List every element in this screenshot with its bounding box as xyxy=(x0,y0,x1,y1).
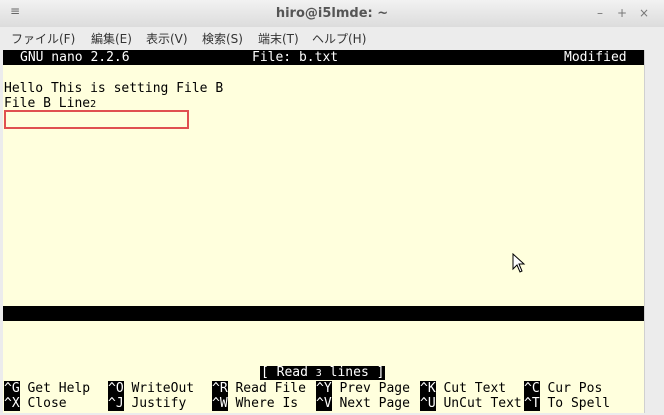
nano-version: GNU nano 2.2.6 xyxy=(20,50,130,65)
shortcut-label: Read File xyxy=(227,381,306,396)
mouse-pointer-icon xyxy=(512,253,526,273)
shortcut-key: ^C xyxy=(524,381,540,396)
maximize-icon[interactable]: + xyxy=(614,4,630,22)
menu-edit[interactable]: 編集(E) xyxy=(91,30,132,47)
shortcut-label: Next Page xyxy=(331,396,410,411)
shortcut-bar: ^G Get Help ^O WriteOut ^R Read File ^Y … xyxy=(3,381,644,413)
shortcut-label: Justify xyxy=(123,396,187,411)
text-line-2-suffix: 2 xyxy=(90,99,97,110)
shortcut-key: ^W xyxy=(212,396,228,411)
menu-help[interactable]: ヘルプ(H) xyxy=(312,30,366,47)
shortcut-key: ^X xyxy=(4,396,20,411)
shortcut-writeout[interactable]: ^O WriteOut xyxy=(108,381,194,396)
status-message-suffix: lines ] xyxy=(321,365,385,380)
shortcut-label: WriteOut xyxy=(123,381,195,396)
window-title: hiro@i5lmde: ~ xyxy=(275,6,389,21)
terminal-area[interactable]: GNU nano 2.2.6 File: b.txt Modified Hell… xyxy=(3,50,644,413)
shortcut-key: ^J xyxy=(108,396,124,411)
shortcut-key: ^G xyxy=(4,381,20,396)
menu-view[interactable]: 表示(V) xyxy=(146,30,188,47)
shortcut-key: ^U xyxy=(420,396,436,411)
status-message-prefix: [ Read xyxy=(261,365,316,380)
nano-modified-state: Modified xyxy=(564,50,627,65)
shortcut-label: To Spell xyxy=(539,396,611,411)
menu-bar: ファイル(F) 編集(E) 表示(V) 検索(S) 端末(T) ヘルプ(H) xyxy=(0,27,664,49)
shortcut-key: ^R xyxy=(212,381,228,396)
shortcut-cut-text[interactable]: ^K Cut Text xyxy=(420,381,506,396)
status-message: [ Read 3 lines ] xyxy=(260,365,386,380)
menu-file[interactable]: ファイル(F) xyxy=(11,30,75,47)
shortcut-label: UnCut Text xyxy=(435,396,522,411)
menu-search[interactable]: 検索(S) xyxy=(202,30,243,47)
shortcut-next-page[interactable]: ^V Next Page xyxy=(316,396,410,411)
empty-black-bar xyxy=(3,306,644,321)
shortcut-label: Cur Pos xyxy=(539,381,603,396)
close-icon[interactable]: × xyxy=(636,4,652,22)
shortcut-justify[interactable]: ^J Justify xyxy=(108,396,186,411)
shortcut-prev-page[interactable]: ^Y Prev Page xyxy=(316,381,410,396)
title-bar[interactable]: ≡ hiro@i5lmde: ~ – + × xyxy=(0,0,664,28)
shortcut-key: ^Y xyxy=(316,381,332,396)
shortcut-close[interactable]: ^X Close xyxy=(4,396,67,411)
text-line-2-main: File B Line xyxy=(4,96,91,111)
minimize-icon[interactable]: – xyxy=(592,4,608,22)
shortcut-key: ^O xyxy=(108,381,124,396)
shortcut-label: Prev Page xyxy=(331,381,410,396)
shortcut-label: Get Help xyxy=(19,381,91,396)
shortcut-key: ^K xyxy=(420,381,436,396)
menu-terminal[interactable]: 端末(T) xyxy=(258,30,299,47)
terminal-window: ≡ hiro@i5lmde: ~ – + × ファイル(F) 編集(E) 表示(… xyxy=(0,0,664,415)
nano-title-bar: GNU nano 2.2.6 File: b.txt Modified xyxy=(3,50,644,65)
scrollbar[interactable] xyxy=(644,50,662,413)
shortcut-read-file[interactable]: ^R Read File xyxy=(212,381,306,396)
shortcut-label: Close xyxy=(19,396,67,411)
shortcut-key: ^V xyxy=(316,396,332,411)
text-line-1: Hello This is setting File B xyxy=(4,81,224,96)
nano-filename: File: b.txt xyxy=(252,50,339,65)
shortcut-where-is[interactable]: ^W Where Is xyxy=(212,396,298,411)
shortcut-uncut-text[interactable]: ^U UnCut Text xyxy=(420,396,522,411)
shortcut-key: ^T xyxy=(524,396,540,411)
shortcut-to-spell[interactable]: ^T To Spell xyxy=(524,396,610,411)
shortcut-label: Where Is xyxy=(227,396,299,411)
shortcut-cur-pos[interactable]: ^C Cur Pos xyxy=(524,381,602,396)
shortcut-label: Cut Text xyxy=(435,381,507,396)
shortcut-get-help[interactable]: ^G Get Help xyxy=(4,381,90,396)
highlight-box xyxy=(4,110,189,129)
